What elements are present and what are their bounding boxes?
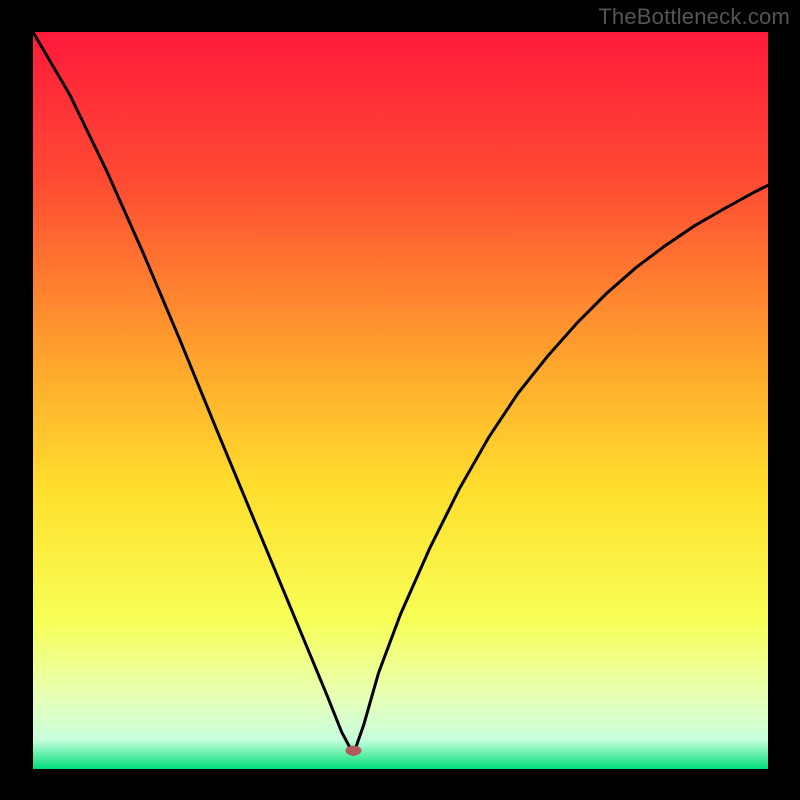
plot-background	[33, 32, 768, 769]
minimum-marker	[345, 746, 361, 756]
bottleneck-chart	[0, 0, 800, 800]
chart-frame: TheBottleneck.com	[0, 0, 800, 800]
watermark-text: TheBottleneck.com	[598, 4, 790, 30]
